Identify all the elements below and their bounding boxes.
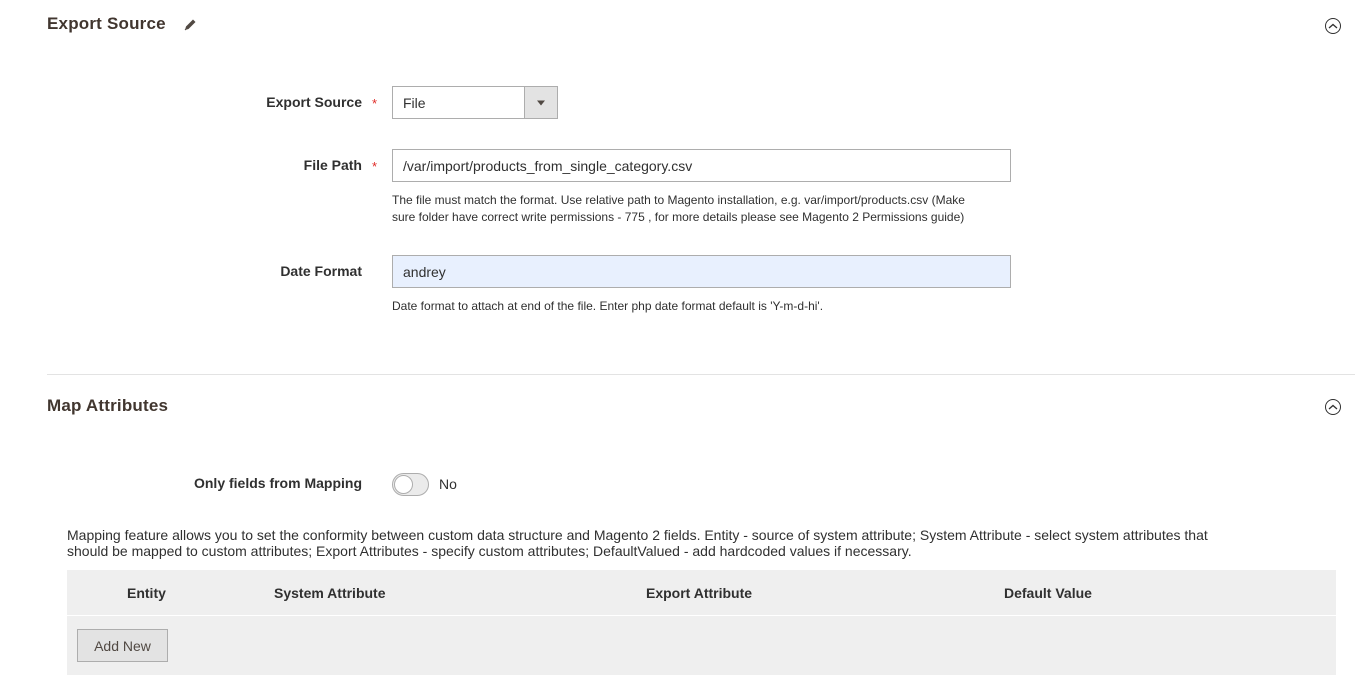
mapping-table-footer (67, 616, 1336, 675)
file-path-note-line1: The file must match the format. Use rela… (392, 193, 965, 207)
add-new-button[interactable]: Add New (77, 629, 168, 662)
export-source-select[interactable]: File (392, 86, 558, 119)
required-asterisk: * (372, 96, 378, 111)
toggle-state-label: No (439, 476, 457, 492)
column-header-export-attribute: Export Attribute (646, 584, 753, 601)
edit-pencil-icon[interactable] (182, 17, 198, 38)
column-header-system-attribute: System Attribute (274, 584, 386, 601)
date-format-input[interactable]: andrey (392, 255, 1011, 288)
date-format-note: Date format to attach at end of the file… (392, 299, 824, 313)
export-source-select-value: File (392, 86, 524, 119)
section-divider (47, 374, 1355, 375)
date-format-label: Date Format (280, 263, 362, 279)
export-source-label: Export Source (266, 94, 362, 110)
mapping-table-header: Entity System Attribute Export Attribute… (67, 570, 1336, 615)
file-path-note: The file must match the format. Use rela… (392, 192, 1032, 226)
collapse-map-attributes-icon[interactable] (1325, 399, 1341, 415)
dropdown-arrow-icon[interactable] (524, 86, 558, 119)
column-header-entity: Entity (127, 584, 166, 601)
toggle-knob (394, 475, 413, 494)
mapping-description: Mapping feature allows you to set the co… (67, 527, 1347, 559)
only-fields-from-mapping-label: Only fields from Mapping (193, 475, 362, 491)
required-asterisk: * (372, 159, 378, 174)
file-path-label: File Path (303, 157, 362, 173)
map-attributes-title: Map Attributes (47, 396, 169, 415)
mapping-description-line1: Mapping feature allows you to set the co… (67, 527, 1208, 543)
file-path-note-line2: sure folder have correct write permissio… (392, 210, 965, 224)
collapse-export-source-icon[interactable] (1325, 18, 1341, 34)
file-path-input[interactable]: /var/import/products_from_single_categor… (392, 149, 1011, 182)
mapping-description-line2: should be mapped to custom attributes; E… (67, 543, 912, 559)
export-source-title: Export Source (47, 14, 166, 33)
column-header-default-value: Default Value (1004, 584, 1092, 601)
only-fields-from-mapping-toggle[interactable] (392, 473, 429, 496)
